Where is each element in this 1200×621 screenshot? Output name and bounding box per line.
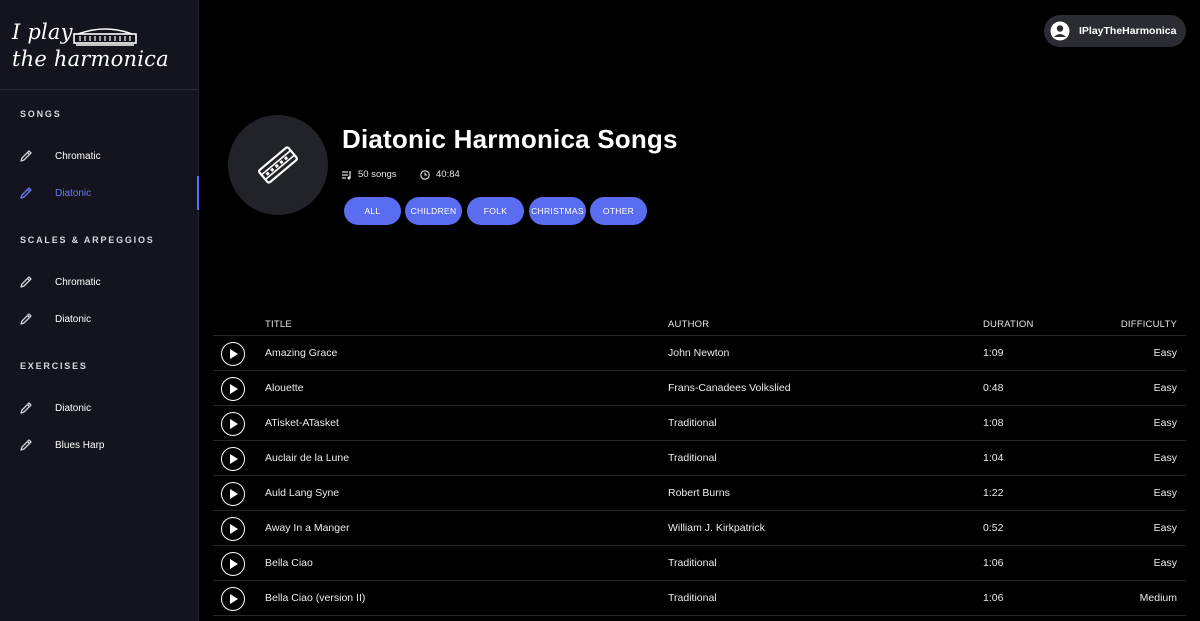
song-duration: 1:06 [983,557,1004,569]
song-duration: 0:48 [983,382,1004,394]
song-title[interactable]: ATisket-ATasket [265,417,339,429]
song-title[interactable]: Alouette [265,382,304,394]
song-author: Traditional [668,592,717,604]
play-icon[interactable] [221,482,245,506]
sidebar-item-exercises-diatonic[interactable]: Diatonic [0,391,199,425]
play-icon[interactable] [221,342,245,366]
song-title[interactable]: Auclair de la Lune [265,452,349,464]
pencil-icon [20,276,32,288]
song-difficulty: Easy [1153,347,1177,359]
logo-harmonica-icon [73,28,137,46]
table-row[interactable]: Away In a Manger William J. Kirkpatrick … [213,511,1186,546]
song-difficulty: Easy [1153,487,1177,499]
pencil-icon [20,150,32,162]
songs-table: TITLE AUTHOR DURATION DIFFICULTY Amazing… [213,306,1186,616]
pencil-icon [20,402,32,414]
table-row[interactable]: Amazing Grace John Newton 1:09 Easy [213,336,1186,371]
pencil-icon [20,187,32,199]
filter-folk-button[interactable]: FOLK [467,197,524,225]
column-duration[interactable]: DURATION [983,319,1034,330]
song-difficulty: Easy [1153,382,1177,394]
song-title[interactable]: Bella Ciao (version II) [265,592,365,604]
table-row[interactable]: Alouette Frans-Canadees Volkslied 0:48 E… [213,371,1186,406]
song-difficulty: Easy [1153,452,1177,464]
section-title-songs: SONGS [20,109,62,119]
song-title[interactable]: Auld Lang Syne [265,487,339,499]
song-author: Traditional [668,557,717,569]
page-title: Diatonic Harmonica Songs [342,124,678,154]
table-row[interactable]: ATisket-ATasket Traditional 1:08 Easy [213,406,1186,441]
column-difficulty[interactable]: DIFFICULTY [1121,319,1177,330]
brand-line-1: I play [12,20,73,44]
sidebar-item-exercises-blues-harp[interactable]: Blues Harp [0,428,199,462]
filter-children-button[interactable]: CHILDREN [405,197,462,225]
user-avatar-icon [1050,21,1070,41]
song-duration: 1:22 [983,487,1004,499]
column-author[interactable]: AUTHOR [668,319,709,330]
song-duration: 1:08 [983,417,1004,429]
clock-icon [420,169,430,180]
song-title[interactable]: Bella Ciao [265,557,313,569]
song-difficulty: Medium [1139,592,1177,604]
song-author: Frans-Canadees Volkslied [668,382,791,394]
play-icon[interactable] [221,412,245,436]
filter-christmas-button[interactable]: CHRISTMAS [529,197,586,225]
song-author: Traditional [668,452,717,464]
sidebar-item-scales-diatonic[interactable]: Diatonic [0,302,199,336]
brand-logo[interactable]: I play the harmonica [0,0,198,90]
playlist-icon [342,170,351,179]
user-menu-button[interactable]: IPlayTheHarmonica [1044,15,1186,47]
play-icon[interactable] [221,587,245,611]
song-duration: 1:06 [983,592,1004,604]
pencil-icon [20,439,32,451]
song-difficulty: Easy [1153,417,1177,429]
sidebar-item-label: Diatonic [55,313,92,325]
table-row[interactable]: Bella Ciao Traditional 1:06 Easy [213,546,1186,581]
section-title-scales: SCALES & ARPEGGIOS [20,235,155,245]
song-duration: 0:52 [983,522,1004,534]
play-icon[interactable] [221,447,245,471]
sidebar: I play the harmonica SONGS Chromatic Dia… [0,0,199,621]
filter-other-button[interactable]: OTHER [590,197,647,225]
sidebar-item-songs-diatonic[interactable]: Diatonic [0,176,199,210]
song-difficulty: Easy [1153,557,1177,569]
play-icon[interactable] [221,377,245,401]
song-duration: 1:04 [983,452,1004,464]
song-author: William J. Kirkpatrick [668,522,765,534]
brand-line-2: the harmonica [12,47,169,71]
song-title[interactable]: Amazing Grace [265,347,337,359]
user-name: IPlayTheHarmonica [1079,25,1177,37]
sidebar-item-label: Diatonic [55,402,92,414]
sidebar-item-label: Chromatic [55,150,101,162]
total-duration: 40:84 [420,169,460,180]
song-difficulty: Easy [1153,522,1177,534]
song-count-text: 50 songs [358,169,397,180]
song-duration: 1:09 [983,347,1004,359]
table-row[interactable]: Bella Ciao (version II) Traditional 1:06… [213,581,1186,616]
table-row[interactable]: Auld Lang Syne Robert Burns 1:22 Easy [213,476,1186,511]
pencil-icon [20,313,32,325]
harmonica-icon [258,146,298,184]
sidebar-item-scales-chromatic[interactable]: Chromatic [0,265,199,299]
play-icon[interactable] [221,552,245,576]
filter-all-button[interactable]: ALL [344,197,401,225]
song-count: 50 songs [342,169,397,180]
play-icon[interactable] [221,517,245,541]
sidebar-item-songs-chromatic[interactable]: Chromatic [0,139,199,173]
song-title[interactable]: Away In a Manger [265,522,349,534]
table-row[interactable]: Auclair de la Lune Traditional 1:04 Easy [213,441,1186,476]
table-header: TITLE AUTHOR DURATION DIFFICULTY [213,306,1186,336]
playlist-cover [228,115,328,215]
sidebar-item-label: Chromatic [55,276,101,288]
song-author: John Newton [668,347,730,359]
total-duration-text: 40:84 [436,169,460,180]
sidebar-item-label: Blues Harp [55,439,105,451]
song-author: Traditional [668,417,717,429]
song-author: Robert Burns [668,487,730,499]
section-title-exercises: EXERCISES [20,361,88,371]
column-title[interactable]: TITLE [265,319,292,330]
sidebar-item-label: Diatonic [55,187,92,199]
